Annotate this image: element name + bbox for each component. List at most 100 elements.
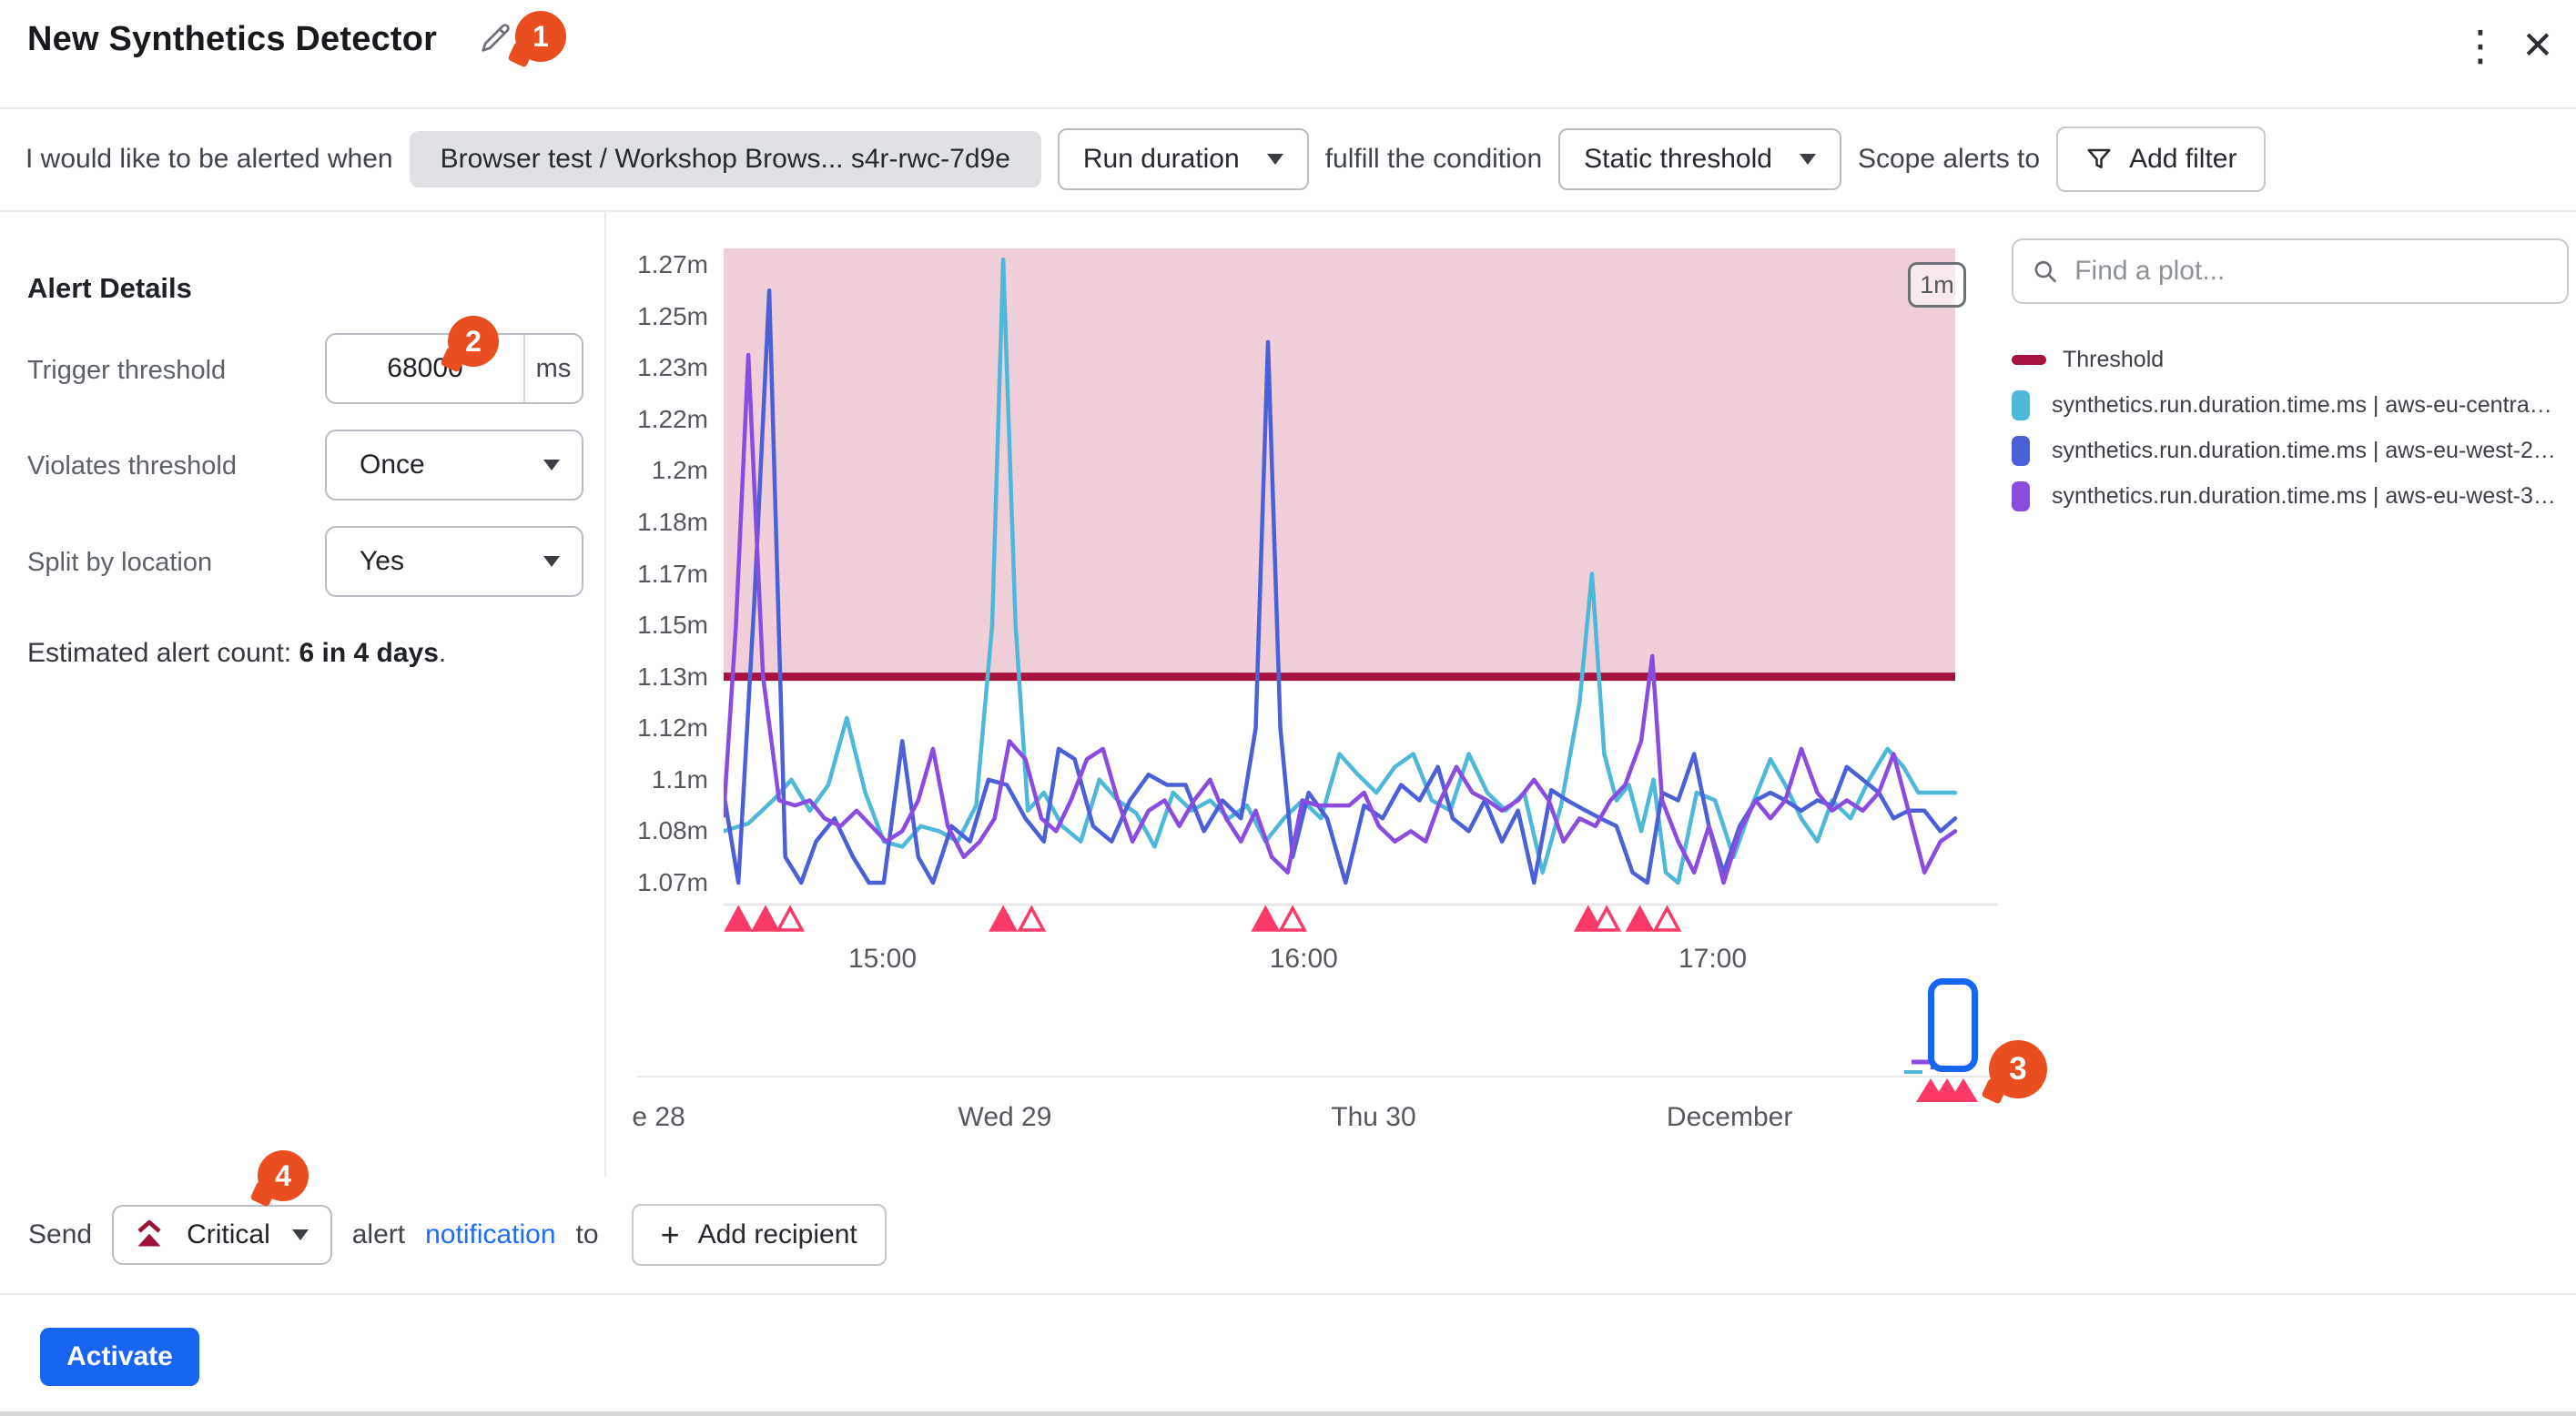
- y-axis-tick-label: 1.12m: [608, 713, 708, 743]
- add-filter-label: Add filter: [2129, 144, 2236, 175]
- add-filter-button[interactable]: Add filter: [2056, 126, 2266, 192]
- legend-label: synthetics.run.duration.time.ms | aws-eu…: [2052, 483, 2556, 510]
- violates-threshold-dropdown[interactable]: Once: [325, 430, 583, 501]
- chevron-down-icon: [543, 460, 560, 470]
- timeline-axis-line: [637, 1076, 2012, 1077]
- timeline-date-label: December: [1667, 1102, 1792, 1133]
- alert-triggered-marker[interactable]: [1253, 908, 1277, 930]
- x-axis-tick-label: 16:00: [1270, 944, 1338, 974]
- legend-swatch: [2012, 355, 2046, 365]
- alert-triggered-marker[interactable]: [726, 908, 750, 930]
- legend-item[interactable]: Threshold: [2012, 337, 2569, 382]
- condition-type-value: Static threshold: [1584, 144, 1772, 175]
- legend-item[interactable]: synthetics.run.duration.time.ms | aws-eu…: [2012, 473, 2569, 519]
- estimated-alert-count: Estimated alert count: 6 in 4 days.: [27, 638, 446, 669]
- detector-preview-chart: 15:00 16:00 17:00: [724, 248, 1998, 986]
- chevron-down-icon: [1800, 154, 1816, 165]
- timeline-alert-marker: [1949, 1078, 1978, 1102]
- add-recipient-button[interactable]: + Add recipient: [632, 1204, 887, 1266]
- chevron-down-icon: [543, 556, 560, 567]
- add-recipient-label: Add recipient: [698, 1219, 857, 1250]
- callout-badge-2: 2: [448, 316, 499, 367]
- edit-title-pencil-icon[interactable]: [477, 20, 513, 56]
- chevron-down-icon: [292, 1229, 309, 1240]
- y-axis-tick-label: 1.13m: [608, 662, 708, 692]
- estimated-alert-count-value: 6 in 4 days: [299, 638, 438, 668]
- alert-cleared-marker[interactable]: [778, 908, 802, 930]
- page-title: New Synthetics Detector: [27, 20, 437, 59]
- more-options-kebab-icon[interactable]: ⋮: [2459, 22, 2500, 69]
- time-range-timeline[interactable]: e 28 Wed 29 Thu 30 December: [615, 978, 2012, 1142]
- send-label: Send: [28, 1219, 92, 1250]
- y-axis-tick-label: 1.08m: [608, 816, 708, 845]
- callout-badge-1: 1: [515, 11, 566, 62]
- alert-cleared-marker[interactable]: [1281, 908, 1304, 930]
- alert-cleared-marker[interactable]: [1019, 908, 1043, 930]
- legend-item[interactable]: synthetics.run.duration.time.ms | aws-eu…: [2012, 382, 2569, 428]
- severity-value: Critical: [187, 1219, 270, 1250]
- chevron-down-icon: [1267, 154, 1283, 165]
- alert-cleared-marker[interactable]: [1655, 908, 1678, 930]
- alert-triggered-marker[interactable]: [1628, 908, 1652, 930]
- trigger-threshold-unit: ms: [525, 354, 582, 384]
- x-axis-tick-label: 15:00: [848, 944, 917, 974]
- violates-threshold-value: Once: [360, 450, 425, 480]
- detector-dialog: New Synthetics Detector 1 ⋮ ✕ I would li…: [0, 0, 2576, 1416]
- legend-item[interactable]: synthetics.run.duration.time.ms | aws-eu…: [2012, 428, 2569, 473]
- chart-plot-area[interactable]: 15:00 16:00 17:00: [724, 248, 1998, 986]
- find-plot-input[interactable]: [2073, 255, 2549, 288]
- trigger-threshold-label: Trigger threshold: [27, 356, 226, 386]
- severity-dropdown[interactable]: Critical: [112, 1205, 332, 1265]
- violates-threshold-label: Violates threshold: [27, 451, 237, 481]
- chart-resolution-badge: 1m: [1908, 262, 1966, 308]
- legend-label: synthetics.run.duration.time.ms | aws-eu…: [2052, 392, 2552, 419]
- alert-details-panel: Alert Details Trigger threshold 68000 ms…: [0, 212, 606, 1177]
- alert-text: alert: [352, 1219, 405, 1250]
- trigger-threshold-value[interactable]: 68000: [327, 353, 523, 384]
- notification-link[interactable]: notification: [425, 1219, 555, 1250]
- y-axis-tick-label: 1.15m: [608, 611, 708, 640]
- x-axis-tick-label: 17:00: [1678, 944, 1747, 974]
- dialog-header: New Synthetics Detector 1 ⋮ ✕: [0, 0, 2576, 109]
- metric-dropdown[interactable]: Run duration: [1058, 128, 1309, 190]
- timeline-date-label: Wed 29: [958, 1102, 1052, 1133]
- alert-triggered-marker[interactable]: [754, 908, 777, 930]
- y-axis-tick-label: 1.22m: [608, 405, 708, 434]
- y-axis-tick-label: 1.17m: [608, 560, 708, 589]
- timeline-date-label: e 28: [632, 1102, 685, 1133]
- condition-type-dropdown[interactable]: Static threshold: [1558, 128, 1841, 190]
- alert-triggered-marker[interactable]: [991, 908, 1015, 930]
- signal-chip[interactable]: Browser test / Workshop Brows... s4r-rwc…: [410, 131, 1041, 187]
- alert-details-heading: Alert Details: [27, 272, 192, 305]
- plus-icon: +: [661, 1219, 680, 1251]
- y-axis-tick-label: 1.27m: [608, 250, 708, 279]
- legend-swatch: [2012, 481, 2030, 511]
- scope-alerts-text: Scope alerts to: [1858, 144, 2040, 175]
- alert-cleared-marker[interactable]: [1595, 908, 1618, 930]
- split-by-location-value: Yes: [360, 546, 404, 577]
- split-by-location-label: Split by location: [27, 548, 212, 578]
- legend-label: Threshold: [2063, 347, 2164, 373]
- callout-badge-3: 3: [1989, 1040, 2047, 1098]
- callout-badge-4: 4: [258, 1150, 309, 1201]
- critical-severity-icon: [134, 1219, 165, 1251]
- y-axis-tick-label: 1.18m: [608, 508, 708, 537]
- timeline-selection-window[interactable]: [1928, 978, 1978, 1072]
- y-axis-tick-label: 1.2m: [608, 456, 708, 485]
- legend-label: synthetics.run.duration.time.ms | aws-eu…: [2052, 438, 2556, 464]
- y-axis-tick-label: 1.1m: [608, 765, 708, 794]
- filter-funnel-icon: [2085, 146, 2113, 173]
- y-axis-tick-label: 1.07m: [608, 868, 708, 897]
- threshold-violation-band: [724, 248, 1955, 677]
- close-icon[interactable]: ✕: [2514, 22, 2561, 69]
- legend-swatch: [2012, 390, 2030, 420]
- window-bottom-edge: [0, 1411, 2576, 1416]
- chart-y-axis: 1.27m1.25m1.23m1.22m1.2m1.18m1.17m1.15m1…: [606, 248, 714, 922]
- notification-row: Send Critical alert notification to + Ad…: [0, 1177, 2576, 1295]
- metric-dropdown-value: Run duration: [1083, 144, 1240, 175]
- timeline-date-label: Thu 30: [1331, 1102, 1415, 1133]
- alert-condition-row: I would like to be alerted when Browser …: [0, 107, 2576, 212]
- activate-button[interactable]: Activate: [40, 1328, 199, 1386]
- find-plot-searchbox[interactable]: [2012, 238, 2569, 304]
- split-by-location-dropdown[interactable]: Yes: [325, 526, 583, 597]
